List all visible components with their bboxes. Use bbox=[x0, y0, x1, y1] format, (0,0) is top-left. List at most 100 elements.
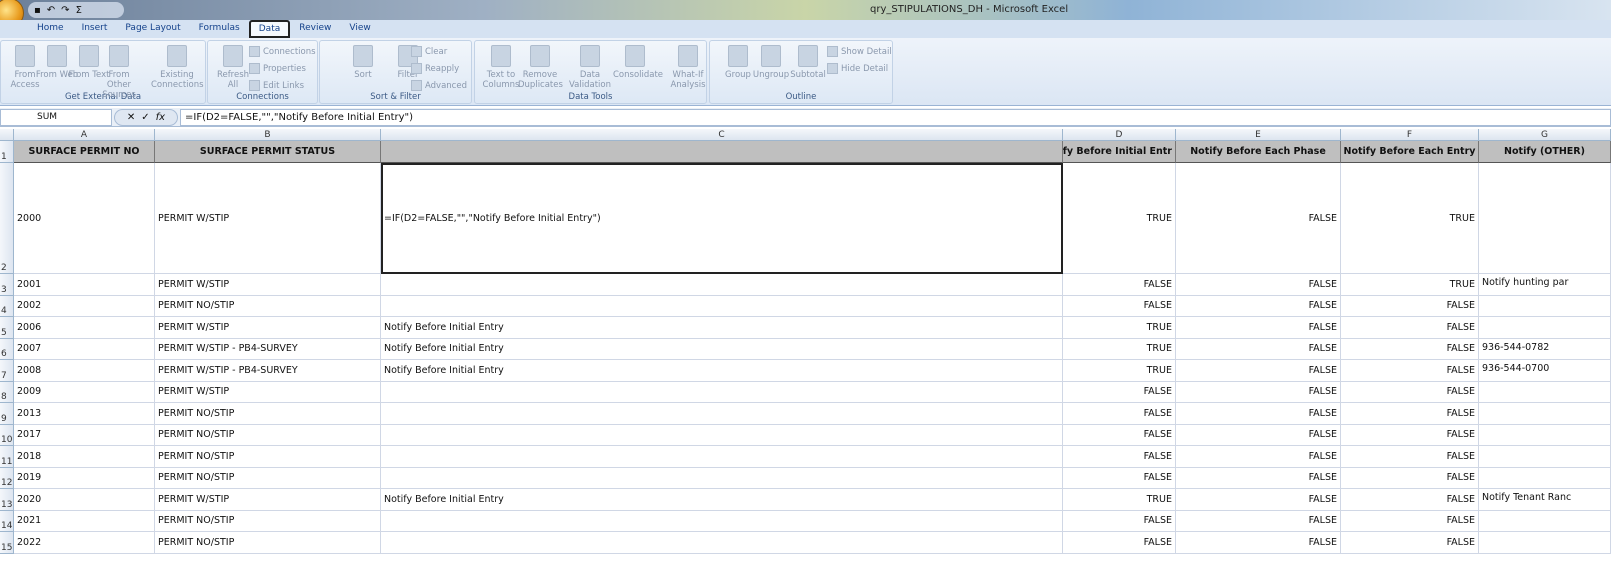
what-if-analysis-button[interactable]: What-If Analysis bbox=[666, 45, 710, 90]
cell-E9[interactable]: FALSE bbox=[1176, 403, 1341, 425]
text-to-columns-button[interactable]: Text to Columns bbox=[479, 45, 523, 90]
cell-B11[interactable]: PERMIT NO/STIP bbox=[155, 446, 381, 468]
clear-button[interactable]: Clear bbox=[411, 46, 447, 57]
cell-D14[interactable]: FALSE bbox=[1063, 510, 1176, 532]
cell-F8[interactable]: FALSE bbox=[1341, 381, 1479, 403]
cancel-icon[interactable]: ✕ bbox=[127, 112, 135, 123]
sort-button[interactable]: Sort bbox=[341, 45, 385, 80]
cell-B6[interactable]: PERMIT W/STIP - PB4-SURVEY bbox=[155, 338, 381, 360]
cell-A9[interactable]: 2013 bbox=[14, 403, 155, 425]
tab-data[interactable]: Data bbox=[248, 20, 291, 38]
cell-C5[interactable]: Notify Before Initial Entry bbox=[381, 317, 1063, 339]
cell-B15[interactable]: PERMIT NO/STIP bbox=[155, 532, 381, 554]
row-header[interactable]: 9 bbox=[0, 403, 14, 425]
row-header[interactable]: 14 bbox=[0, 510, 14, 532]
cell-F6[interactable]: FALSE bbox=[1341, 338, 1479, 360]
cell-C15[interactable] bbox=[381, 532, 1063, 554]
cell-B5[interactable]: PERMIT W/STIP bbox=[155, 317, 381, 339]
cell-G3[interactable]: Notify hunting par bbox=[1479, 274, 1611, 296]
undo-icon[interactable]: ↶ bbox=[47, 5, 55, 16]
cell-E15[interactable]: FALSE bbox=[1176, 532, 1341, 554]
cell-B9[interactable]: PERMIT NO/STIP bbox=[155, 403, 381, 425]
remove-duplicates-button[interactable]: Remove Duplicates bbox=[518, 45, 563, 90]
cell-G8[interactable] bbox=[1479, 381, 1611, 403]
cell-C12[interactable] bbox=[381, 467, 1063, 489]
cell-D7[interactable]: TRUE bbox=[1063, 360, 1176, 382]
row-header[interactable]: 4 bbox=[0, 295, 14, 317]
row-header[interactable]: 7 bbox=[0, 360, 14, 382]
cell-G12[interactable] bbox=[1479, 467, 1611, 489]
cell-C9[interactable] bbox=[381, 403, 1063, 425]
column-header-F[interactable]: F bbox=[1341, 129, 1479, 141]
cell-D12[interactable]: FALSE bbox=[1063, 467, 1176, 489]
row-header[interactable]: 12 bbox=[0, 467, 14, 489]
cell-C13[interactable]: Notify Before Initial Entry bbox=[381, 489, 1063, 511]
properties-button[interactable]: Properties bbox=[249, 63, 306, 74]
cell-C6[interactable]: Notify Before Initial Entry bbox=[381, 338, 1063, 360]
cell-A7[interactable]: 2008 bbox=[14, 360, 155, 382]
name-box[interactable]: SUM bbox=[0, 109, 112, 126]
advanced-button[interactable]: Advanced bbox=[411, 80, 467, 91]
cell-E2[interactable]: FALSE bbox=[1176, 163, 1341, 274]
cell-D2[interactable]: TRUE bbox=[1063, 163, 1176, 274]
cell-E10[interactable]: FALSE bbox=[1176, 424, 1341, 446]
row-header[interactable]: 8 bbox=[0, 381, 14, 403]
cell-B7[interactable]: PERMIT W/STIP - PB4-SURVEY bbox=[155, 360, 381, 382]
cell-E14[interactable]: FALSE bbox=[1176, 510, 1341, 532]
cell-F7[interactable]: FALSE bbox=[1341, 360, 1479, 382]
tab-view[interactable]: View bbox=[340, 20, 379, 38]
cell-A10[interactable]: 2017 bbox=[14, 424, 155, 446]
column-header-B[interactable]: B bbox=[155, 129, 381, 141]
tab-review[interactable]: Review bbox=[290, 20, 340, 38]
cell-E11[interactable]: FALSE bbox=[1176, 446, 1341, 468]
row-header[interactable]: 2 bbox=[0, 163, 14, 274]
cell-C4[interactable] bbox=[381, 295, 1063, 317]
tab-insert[interactable]: Insert bbox=[73, 20, 117, 38]
cell-E4[interactable]: FALSE bbox=[1176, 295, 1341, 317]
cell-F3[interactable]: TRUE bbox=[1341, 274, 1479, 296]
row-header[interactable]: 10 bbox=[0, 424, 14, 446]
cell-G7[interactable]: 936-544-0700 bbox=[1479, 360, 1611, 382]
select-all-corner[interactable] bbox=[0, 129, 14, 141]
header-cell[interactable] bbox=[381, 141, 1063, 163]
row-header[interactable]: 13 bbox=[0, 489, 14, 511]
row-header[interactable]: 3 bbox=[0, 274, 14, 296]
existing-connections-button[interactable]: Existing Connections bbox=[151, 45, 204, 90]
cell-F15[interactable]: FALSE bbox=[1341, 532, 1479, 554]
cell-A8[interactable]: 2009 bbox=[14, 381, 155, 403]
cell-A4[interactable]: 2002 bbox=[14, 295, 155, 317]
row-header[interactable]: 5 bbox=[0, 317, 14, 339]
cell-B13[interactable]: PERMIT W/STIP bbox=[155, 489, 381, 511]
cell-F12[interactable]: FALSE bbox=[1341, 467, 1479, 489]
header-cell[interactable]: SURFACE PERMIT STATUS bbox=[155, 141, 381, 163]
data-validation-button[interactable]: Data Validation bbox=[568, 45, 612, 90]
column-header-G[interactable]: G bbox=[1479, 129, 1611, 141]
column-header-D[interactable]: D bbox=[1063, 129, 1176, 141]
row-header[interactable]: 11 bbox=[0, 446, 14, 468]
cell-C11[interactable] bbox=[381, 446, 1063, 468]
cell-E5[interactable]: FALSE bbox=[1176, 317, 1341, 339]
cell-G11[interactable] bbox=[1479, 446, 1611, 468]
cell-G14[interactable] bbox=[1479, 510, 1611, 532]
cell-E6[interactable]: FALSE bbox=[1176, 338, 1341, 360]
cell-A6[interactable]: 2007 bbox=[14, 338, 155, 360]
cell-G4[interactable] bbox=[1479, 295, 1611, 317]
cell-G10[interactable] bbox=[1479, 424, 1611, 446]
cell-F2[interactable]: TRUE bbox=[1341, 163, 1479, 274]
cell-E12[interactable]: FALSE bbox=[1176, 467, 1341, 489]
cell-B2[interactable]: PERMIT W/STIP bbox=[155, 163, 381, 274]
autosum-icon[interactable]: Σ bbox=[76, 5, 82, 16]
cell-E3[interactable]: FALSE bbox=[1176, 274, 1341, 296]
cell-G15[interactable] bbox=[1479, 532, 1611, 554]
cell-G6[interactable]: 936-544-0782 bbox=[1479, 338, 1611, 360]
cell-A5[interactable]: 2006 bbox=[14, 317, 155, 339]
cell-B8[interactable]: PERMIT W/STIP bbox=[155, 381, 381, 403]
cell-A14[interactable]: 2021 bbox=[14, 510, 155, 532]
cell-F4[interactable]: FALSE bbox=[1341, 295, 1479, 317]
cell-D15[interactable]: FALSE bbox=[1063, 532, 1176, 554]
cell-F5[interactable]: FALSE bbox=[1341, 317, 1479, 339]
insert-function-icon[interactable]: fx bbox=[156, 112, 165, 123]
cell-D6[interactable]: TRUE bbox=[1063, 338, 1176, 360]
edit-links-button[interactable]: Edit Links bbox=[249, 80, 304, 91]
reapply-button[interactable]: Reapply bbox=[411, 63, 459, 74]
